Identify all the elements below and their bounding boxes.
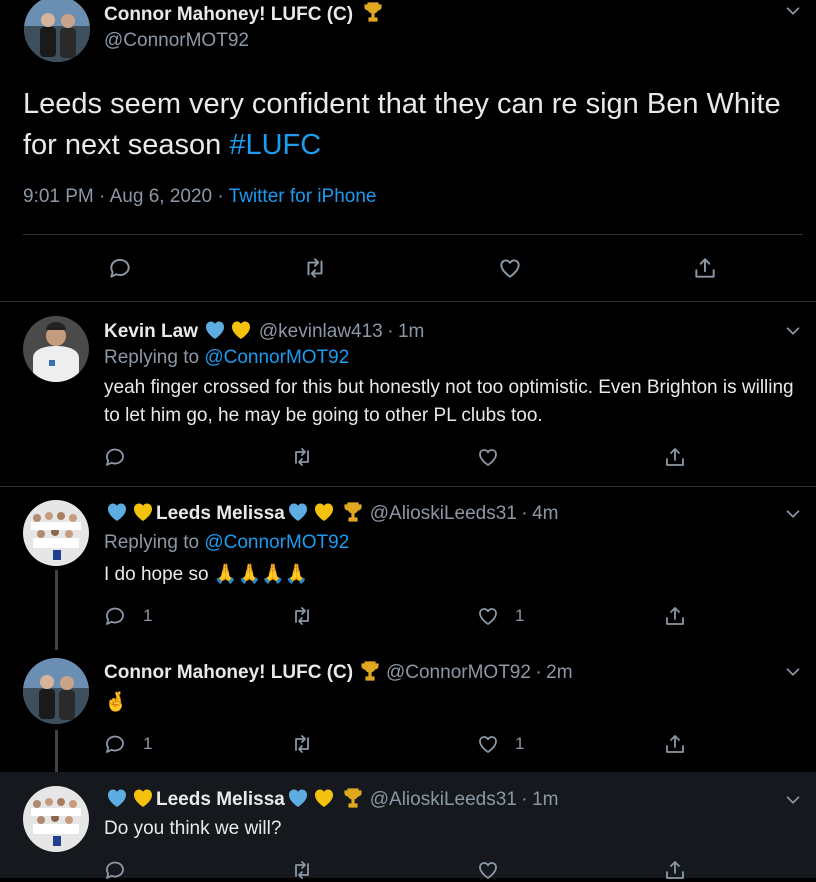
heart-emoji-icon: [130, 500, 156, 524]
replying-to-link[interactable]: @ConnorMOT92: [204, 532, 349, 553]
hashtag-link[interactable]: #LUFC: [229, 129, 321, 161]
reply-text: yeah finger crossed for this but honestl…: [104, 377, 794, 426]
tweet-source[interactable]: Twitter for iPhone: [229, 186, 377, 207]
share-icon[interactable]: [692, 255, 718, 281]
heart-emoji-icon: [285, 500, 311, 524]
replying-to: Replying to @ConnorMOT92: [104, 532, 349, 554]
separator-dot: ·: [521, 503, 528, 524]
reply-author-name[interactable]: Leeds Melissa: [156, 503, 285, 524]
share-icon[interactable]: [663, 604, 687, 628]
reply-age[interactable]: 4m: [532, 503, 558, 524]
separator-dot: ·: [535, 662, 542, 683]
separator-dot: ·: [387, 321, 394, 342]
heart-emoji-icon: [104, 786, 130, 810]
separator-dot: ·: [99, 186, 106, 207]
heart-emoji-icon: [130, 786, 156, 810]
trophy-icon: [358, 659, 382, 683]
tweet-time[interactable]: 9:01 PM: [23, 186, 94, 207]
main-tweet-text: Leeds seem very confident that they can …: [23, 84, 783, 166]
main-tweet-body: Leeds seem very confident that they can …: [23, 88, 781, 161]
reply-age[interactable]: 1m: [398, 321, 424, 342]
main-author-handle[interactable]: @ConnorMOT92: [104, 30, 249, 52]
thread-line: [55, 570, 58, 650]
separator-dot: ·: [217, 186, 224, 207]
heart-emoji-icon: [285, 786, 311, 810]
reply-icon[interactable]: [103, 858, 127, 882]
reply-age[interactable]: 1m: [532, 789, 558, 810]
heart-emoji-icon: [228, 318, 254, 342]
share-icon[interactable]: [663, 732, 687, 756]
avatar[interactable]: [24, 0, 90, 62]
reply-author-handle[interactable]: @ConnorMOT92: [386, 662, 531, 683]
reply-text-body: I do hope so: [104, 564, 214, 585]
chevron-down-icon[interactable]: [782, 789, 804, 811]
like-icon[interactable]: [476, 732, 500, 756]
reply-icon[interactable]: [103, 604, 127, 628]
praying-hands-emoji: 🙏🙏🙏🙏: [213, 564, 309, 585]
like-count: 1: [515, 734, 525, 753]
reply-header: Kevin Law @kevinlaw413 · 1m: [104, 318, 424, 343]
reply-author-name[interactable]: Connor Mahoney! LUFC (C): [104, 662, 353, 683]
retweet-icon[interactable]: [290, 732, 314, 756]
reply-age[interactable]: 2m: [546, 662, 572, 683]
separator-dot: ·: [521, 789, 528, 810]
avatar[interactable]: [23, 316, 89, 382]
chevron-down-icon[interactable]: [782, 320, 804, 342]
reply-author-name[interactable]: Leeds Melissa: [156, 789, 285, 810]
reply-author-name[interactable]: Kevin Law: [104, 321, 198, 342]
reply-count: 1: [143, 606, 153, 625]
tweet-timestamp: 9:01 PM · Aug 6, 2020 · Twitter for iPho…: [23, 186, 376, 208]
like-icon[interactable]: [476, 445, 500, 469]
heart-emoji-icon: [202, 318, 228, 342]
like-count: 1: [515, 606, 525, 625]
avatar[interactable]: [23, 500, 89, 566]
heart-emoji-icon: [311, 500, 337, 524]
retweet-icon[interactable]: [302, 255, 328, 281]
reply-text: Do you think we will?: [104, 818, 282, 839]
trophy-icon: [341, 786, 365, 810]
divider: [23, 234, 803, 235]
reply-text: I do hope so 🙏🙏🙏🙏: [104, 561, 309, 589]
divider: [0, 486, 816, 487]
share-icon[interactable]: [663, 858, 687, 882]
reply-author-handle[interactable]: @AlioskiLeeds31: [370, 503, 517, 524]
replying-prefix: Replying to: [104, 347, 205, 368]
share-icon[interactable]: [663, 445, 687, 469]
chevron-down-icon[interactable]: [782, 661, 804, 683]
reply-header: Connor Mahoney! LUFC (C) @ConnorMOT92 · …: [104, 659, 573, 684]
retweet-icon[interactable]: [290, 858, 314, 882]
reply-header: Leeds Melissa @AlioskiLeeds31 · 4m: [104, 500, 558, 525]
like-icon[interactable]: [476, 858, 500, 882]
reply-author-handle[interactable]: @AlioskiLeeds31: [370, 789, 517, 810]
tweet-date[interactable]: Aug 6, 2020: [110, 186, 212, 207]
reply-author-handle[interactable]: @kevinlaw413: [259, 321, 383, 342]
replying-to-link[interactable]: @ConnorMOT92: [204, 347, 349, 368]
like-icon[interactable]: [476, 604, 500, 628]
retweet-icon[interactable]: [290, 445, 314, 469]
heart-emoji-icon: [311, 786, 337, 810]
replying-prefix: Replying to: [104, 532, 205, 553]
reply-icon[interactable]: [103, 445, 127, 469]
chevron-down-icon[interactable]: [782, 503, 804, 525]
crossed-fingers-emoji: 🤞: [104, 692, 128, 713]
retweet-icon[interactable]: [290, 604, 314, 628]
trophy-icon: [361, 0, 385, 24]
replying-to: Replying to @ConnorMOT92: [104, 347, 349, 369]
main-author-name[interactable]: Connor Mahoney! LUFC (C): [104, 4, 353, 26]
avatar[interactable]: [23, 786, 89, 852]
heart-emoji-icon: [104, 500, 130, 524]
reply-count: 1: [143, 734, 153, 753]
chevron-down-icon[interactable]: [782, 0, 804, 22]
highlighted-reply[interactable]: Leeds Melissa @AlioskiLeeds31 · 1m Do yo…: [0, 772, 816, 878]
thread-line: [55, 730, 58, 778]
trophy-icon: [341, 500, 365, 524]
avatar[interactable]: [23, 658, 89, 724]
like-icon[interactable]: [497, 255, 523, 281]
divider: [0, 301, 816, 302]
reply-header: Leeds Melissa @AlioskiLeeds31 · 1m: [104, 786, 558, 811]
reply-icon[interactable]: [107, 255, 133, 281]
reply-icon[interactable]: [103, 732, 127, 756]
